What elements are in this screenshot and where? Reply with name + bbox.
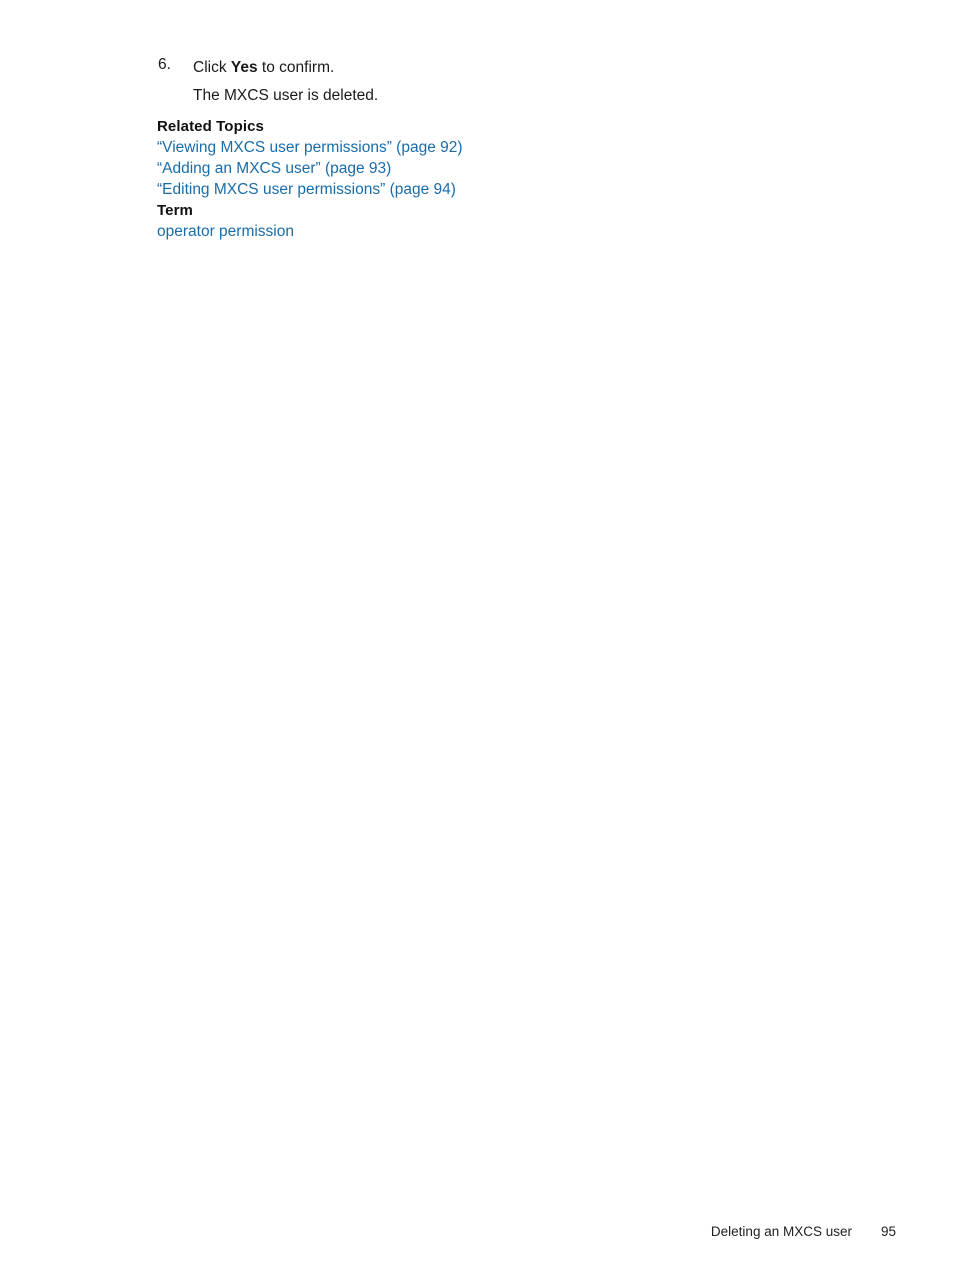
step-instruction-line: Click Yes to confirm. (193, 54, 798, 82)
step-instruction-emphasis: Yes (230, 59, 258, 76)
related-topic-link-adding-an-mxcs-user[interactable]: “Adding an MXCS user” (page 93) (157, 158, 797, 179)
step-row: 6. Click Yes to confirm. The MXCS user i… (158, 54, 798, 110)
document-page: 6. Click Yes to confirm. The MXCS user i… (0, 0, 954, 1271)
procedure-step: 6. Click Yes to confirm. The MXCS user i… (158, 54, 798, 110)
page-footer: Deleting an MXCS user 95 (0, 1222, 954, 1244)
related-topic-link-viewing-mxcs-user-permissions[interactable]: “Viewing MXCS user permissions” (page 92… (157, 137, 797, 158)
footer-section-title: Deleting an MXCS user (710, 1224, 852, 1239)
footer-page-number: 95 (880, 1224, 896, 1239)
term-link-operator-permission[interactable]: operator permission (157, 221, 797, 242)
term-heading: Term (157, 202, 193, 219)
related-topic-link-editing-mxcs-user-permissions[interactable]: “Editing MXCS user permissions” (page 94… (157, 179, 797, 200)
related-topics-section: Related Topics “Viewing MXCS user permis… (157, 116, 797, 242)
step-result-line: The MXCS user is deleted. (193, 87, 379, 104)
step-number: 6. (158, 56, 171, 73)
step-instruction-prefix: Click (193, 59, 231, 76)
step-body: Click Yes to confirm. The MXCS user is d… (193, 54, 798, 110)
footer-content: Deleting an MXCS user 95 (711, 1222, 896, 1242)
step-instruction-suffix: to confirm. (257, 59, 335, 76)
related-topics-heading: Related Topics (157, 118, 264, 135)
